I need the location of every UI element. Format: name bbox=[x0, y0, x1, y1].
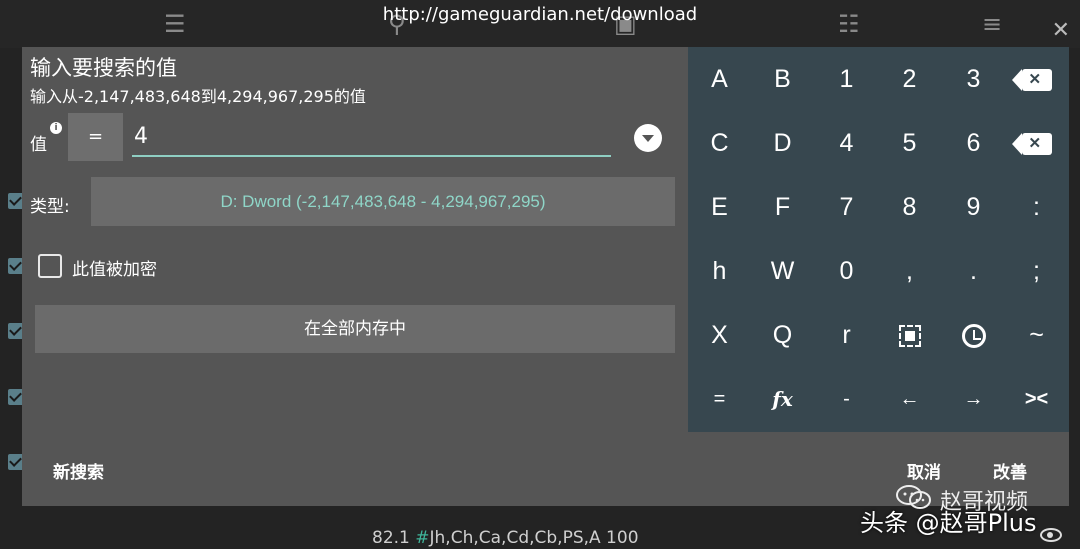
key-tilde[interactable]: ~ bbox=[1005, 303, 1068, 367]
key-range[interactable]: >< bbox=[1005, 367, 1068, 431]
key-semicolon[interactable]: ; bbox=[1005, 239, 1068, 303]
memory-region-button[interactable]: 在全部内存中 bbox=[35, 305, 675, 353]
key-h[interactable]: h bbox=[688, 239, 751, 303]
key-4[interactable]: 4 bbox=[815, 111, 878, 175]
key-9[interactable]: 9 bbox=[942, 175, 1005, 239]
cancel-button[interactable]: 取消 bbox=[907, 458, 941, 483]
type-select[interactable]: D: Dword (-2,147,483,648 - 4,294,967,295… bbox=[91, 177, 675, 226]
value-label: 值 bbox=[30, 135, 47, 155]
key-A[interactable]: A bbox=[688, 47, 751, 111]
key-0[interactable]: 0 bbox=[815, 239, 878, 303]
key-2[interactable]: 2 bbox=[878, 47, 941, 111]
key-5[interactable]: 5 bbox=[878, 111, 941, 175]
backspace-icon bbox=[1011, 69, 1052, 92]
delete-key[interactable] bbox=[1005, 111, 1068, 175]
search-dialog: 输入要搜索的值 输入从-2,147,483,648到4,294,967,295的… bbox=[22, 47, 1069, 506]
screen: ☰ ⚲ ▣ ☷ ≡ http://gameguardian.net/downlo… bbox=[0, 0, 1080, 549]
key-3[interactable]: 3 bbox=[942, 47, 1005, 111]
key-Q[interactable]: Q bbox=[751, 303, 814, 367]
key-period[interactable]: . bbox=[942, 239, 1005, 303]
eye-icon[interactable] bbox=[1040, 528, 1062, 542]
url-banner: http://gameguardian.net/download bbox=[382, 4, 698, 25]
key-C[interactable]: C bbox=[688, 111, 751, 175]
backspace-key[interactable] bbox=[1005, 47, 1068, 111]
status-bar: 82.1 #Jh,Ch,Ca,Cd,Cb,PS,A 100 bbox=[372, 528, 639, 548]
key-r[interactable]: r bbox=[815, 303, 878, 367]
select-key[interactable] bbox=[878, 303, 941, 367]
status-text: Jh,Ch,Ca,Cd,Cb,PS,A 100 bbox=[429, 528, 639, 548]
key-7[interactable]: 7 bbox=[815, 175, 878, 239]
dialog-title: 输入要搜索的值 bbox=[30, 56, 177, 80]
key-8[interactable]: 8 bbox=[878, 175, 941, 239]
close-icon[interactable]: ✕ bbox=[1052, 18, 1070, 43]
key-fx[interactable]: fx bbox=[751, 367, 814, 431]
dialog-subtitle: 输入从-2,147,483,648到4,294,967,295的值 bbox=[30, 87, 366, 106]
key-D[interactable]: D bbox=[751, 111, 814, 175]
key-6[interactable]: 6 bbox=[942, 111, 1005, 175]
status-prefix: 82.1 bbox=[372, 528, 410, 548]
value-input[interactable]: 4 bbox=[132, 119, 611, 157]
info-icon[interactable]: i bbox=[50, 122, 62, 134]
key-B[interactable]: B bbox=[751, 47, 814, 111]
watermark-credit: 头条 @赵哥Plus bbox=[860, 509, 1037, 537]
type-label: 类型: bbox=[30, 197, 70, 217]
modify-button[interactable]: 改善 bbox=[993, 458, 1027, 483]
select-icon bbox=[898, 325, 921, 348]
key-1[interactable]: 1 bbox=[815, 47, 878, 111]
history-icon bbox=[961, 324, 986, 349]
key-equals[interactable]: = bbox=[688, 367, 751, 431]
encrypted-label[interactable]: 此值被加密 bbox=[72, 255, 157, 280]
encrypted-checkbox[interactable] bbox=[38, 254, 62, 278]
key-F[interactable]: F bbox=[751, 175, 814, 239]
key-comma[interactable]: , bbox=[878, 239, 941, 303]
keypad: A B 1 2 3 C D 4 5 6 E F 7 8 9 : h W 0 , … bbox=[688, 47, 1069, 432]
key-right-arrow[interactable]: → bbox=[942, 367, 1005, 431]
key-E[interactable]: E bbox=[688, 175, 751, 239]
status-hash: # bbox=[415, 528, 430, 548]
history-key[interactable] bbox=[942, 303, 1005, 367]
new-search-button[interactable]: 新搜索 bbox=[53, 458, 104, 483]
key-left-arrow[interactable]: ← bbox=[878, 367, 941, 431]
key-colon[interactable]: : bbox=[1005, 175, 1068, 239]
key-minus[interactable]: - bbox=[815, 367, 878, 431]
delete-icon bbox=[1011, 133, 1052, 156]
key-X[interactable]: X bbox=[688, 303, 751, 367]
operator-button[interactable]: = bbox=[68, 113, 123, 161]
dropdown-arrow-icon[interactable] bbox=[634, 124, 662, 152]
key-W[interactable]: W bbox=[751, 239, 814, 303]
